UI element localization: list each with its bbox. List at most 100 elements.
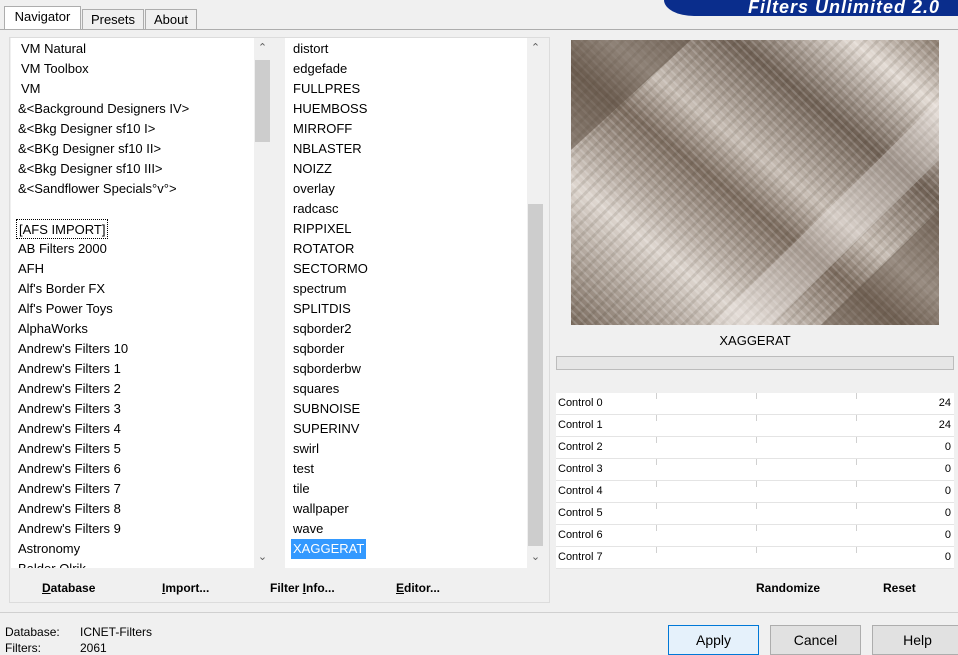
category-item[interactable]: Andrew's Filters 8	[18, 499, 121, 519]
category-item[interactable]: [AFS IMPORT]	[16, 219, 109, 239]
filter-item[interactable]: NOIZZ	[293, 159, 332, 179]
control-label: Control 3	[558, 463, 603, 475]
status-database-label: Database:	[5, 625, 60, 639]
category-item[interactable]: Andrew's Filters 4	[18, 419, 121, 439]
control-value: 24	[938, 397, 951, 409]
control-row[interactable]: Control 4 0	[556, 481, 954, 503]
category-item[interactable]: &<BKg Designer sf10 II>	[18, 139, 161, 159]
slider-tick	[856, 415, 857, 421]
import-button[interactable]: Import...	[162, 581, 209, 595]
cancel-button[interactable]: Cancel	[770, 625, 861, 655]
filter-item[interactable]: wave	[293, 519, 323, 539]
category-item[interactable]: Andrew's Filters 5	[18, 439, 121, 459]
control-row[interactable]: Control 2 0	[556, 437, 954, 459]
slider-tick	[856, 459, 857, 465]
category-list[interactable]: VM Natural VM Toolbox VM &<Background Desig…	[11, 38, 254, 568]
category-item[interactable]: Alf's Border FX	[18, 279, 105, 299]
filter-item[interactable]: MIRROFF	[293, 119, 352, 139]
filter-item[interactable]: radcasc	[293, 199, 339, 219]
control-row[interactable]: Control 7 0	[556, 547, 954, 569]
reset-button[interactable]: Reset	[883, 581, 916, 595]
filter-item[interactable]: swirl	[293, 439, 319, 459]
filter-item[interactable]: NBLASTER	[293, 139, 362, 159]
category-item[interactable]: &<Bkg Designer sf10 III>	[18, 159, 163, 179]
control-value: 0	[944, 507, 951, 519]
filter-item[interactable]: tile	[293, 479, 310, 499]
filter-item[interactable]: SUPERINV	[293, 419, 359, 439]
tab-presets[interactable]: Presets	[82, 9, 144, 29]
category-item[interactable]: Andrew's Filters 7	[18, 479, 121, 499]
slider-tick	[856, 503, 857, 509]
scroll-up-icon[interactable]: ⌃	[254, 40, 271, 57]
filter-list[interactable]: distort edgefade FULLPRES HUEMBOSS MIRROFF NB…	[285, 38, 527, 568]
filter-item[interactable]: sqborder	[293, 339, 344, 359]
filter-item[interactable]: SUBNOISE	[293, 399, 360, 419]
category-scroll-thumb[interactable]	[255, 60, 270, 142]
category-item[interactable]: AB Filters 2000	[18, 239, 107, 259]
category-item[interactable]: Andrew's Filters 10	[18, 339, 128, 359]
filter-item[interactable]: XAGGERAT	[291, 539, 367, 559]
filter-item[interactable]: ROTATOR	[293, 239, 354, 259]
category-item[interactable]: &<Sandflower Specials°v°>	[18, 179, 177, 199]
slider-tick	[656, 503, 657, 509]
tab-navigator[interactable]: Navigator	[4, 6, 81, 29]
filter-item[interactable]: HUEMBOSS	[293, 99, 367, 119]
category-scrollbar[interactable]: ⌃ ⌄	[254, 38, 271, 568]
filter-item[interactable]: squares	[293, 379, 339, 399]
category-item[interactable]: Alf's Power Toys	[18, 299, 113, 319]
control-row[interactable]: Control 6 0	[556, 525, 954, 547]
slider-tick	[756, 437, 757, 443]
scroll-down-icon[interactable]: ⌄	[254, 549, 271, 566]
category-item[interactable]: VM Toolbox	[21, 59, 89, 79]
filter-item[interactable]: FULLPRES	[293, 79, 360, 99]
filter-item[interactable]: edgefade	[293, 59, 347, 79]
progress-bar	[556, 356, 954, 370]
apply-button[interactable]: Apply	[668, 625, 759, 655]
randomize-button[interactable]: Randomize	[756, 581, 820, 595]
control-value: 0	[944, 529, 951, 541]
filter-item[interactable]: distort	[293, 39, 328, 59]
control-value: 0	[944, 441, 951, 453]
control-value: 24	[938, 419, 951, 431]
brand-title: Filters Unlimited 2.0	[747, 0, 940, 16]
category-item[interactable]: Balder Olrik	[18, 559, 86, 568]
control-row[interactable]: Control 0 24	[556, 393, 954, 415]
editor-button[interactable]: Editor...	[396, 581, 440, 595]
slider-tick	[756, 393, 757, 399]
database-button[interactable]: Database	[42, 581, 95, 595]
category-item[interactable]: Astronomy	[18, 539, 80, 559]
category-item[interactable]: Andrew's Filters 9	[18, 519, 121, 539]
control-label: Control 0	[558, 397, 603, 409]
slider-tick	[656, 437, 657, 443]
filter-item[interactable]: spectrum	[293, 279, 346, 299]
category-item[interactable]: VM Natural	[21, 39, 86, 59]
category-item[interactable]: Andrew's Filters 1	[18, 359, 121, 379]
control-row[interactable]: Control 1 24	[556, 415, 954, 437]
filter-item[interactable]: wallpaper	[293, 499, 349, 519]
category-item[interactable]: Andrew's Filters 6	[18, 459, 121, 479]
control-row[interactable]: Control 3 0	[556, 459, 954, 481]
filter-item[interactable]: overlay	[293, 179, 335, 199]
filter-item[interactable]: sqborder2	[293, 319, 352, 339]
filter-scrollbar[interactable]: ⌃ ⌄	[527, 38, 544, 568]
category-item[interactable]: AFH	[18, 259, 44, 279]
filter-item[interactable]: SPLITDIS	[293, 299, 351, 319]
filter-scroll-thumb[interactable]	[528, 204, 543, 546]
filter-item[interactable]: test	[293, 459, 314, 479]
category-item[interactable]: VM	[21, 79, 41, 99]
tab-about[interactable]: About	[145, 9, 197, 29]
filter-info-button[interactable]: Filter Info...	[270, 581, 335, 595]
category-item[interactable]: &<Bkg Designer sf10 I>	[18, 119, 155, 139]
category-item[interactable]: Andrew's Filters 2	[18, 379, 121, 399]
filter-item[interactable]: SECTORMO	[293, 259, 368, 279]
control-label: Control 1	[558, 419, 603, 431]
category-item[interactable]: &<Background Designers IV>	[18, 99, 189, 119]
filter-item[interactable]: RIPPIXEL	[293, 219, 352, 239]
category-item[interactable]: Andrew's Filters 3	[18, 399, 121, 419]
help-button[interactable]: Help	[872, 625, 958, 655]
control-row[interactable]: Control 5 0	[556, 503, 954, 525]
scroll-down-icon[interactable]: ⌄	[527, 549, 544, 566]
scroll-up-icon[interactable]: ⌃	[527, 40, 544, 57]
filter-item[interactable]: sqborderbw	[293, 359, 361, 379]
category-item[interactable]: AlphaWorks	[18, 319, 88, 339]
